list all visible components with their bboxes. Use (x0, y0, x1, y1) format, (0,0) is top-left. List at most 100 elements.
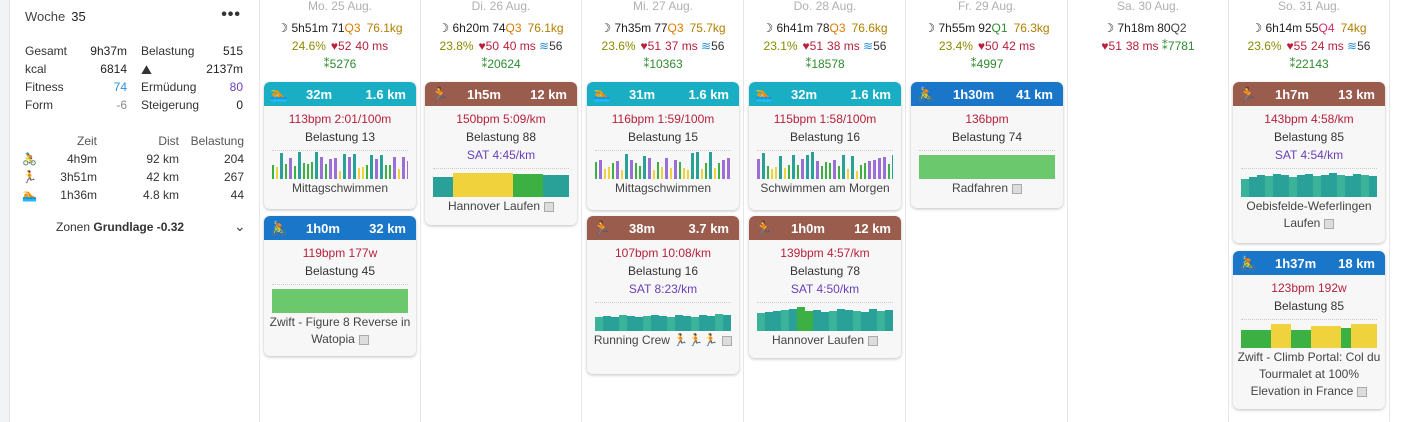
chart-bar (1311, 326, 1341, 348)
map-icon[interactable] (1357, 386, 1368, 397)
activity-card[interactable]: 🏃 1h0m 12 km 139bpm 4:57/km Belastung 78 SAT … (749, 216, 901, 358)
activity-hr-pace: 116bpm 1:59/100m (611, 112, 715, 126)
chart-bar (653, 170, 655, 179)
chart-bar (433, 177, 453, 197)
activity-chart (272, 284, 408, 313)
cell-zeit: 3h51m (60, 170, 97, 184)
cell-zeit: 4h9m (66, 152, 97, 166)
chart-bar (860, 165, 862, 179)
day-header: Fr. 29 Aug. (957, 0, 1017, 13)
activity-card-body: 139bpm 4:57/km Belastung 78 SAT 4:50/km Han… (749, 240, 901, 349)
chart-bar (657, 162, 659, 179)
chart-bar (1345, 176, 1353, 197)
wellness-row-steps: ⁑5276 (260, 57, 420, 71)
chart-bar (543, 175, 569, 197)
resting-hr: 55 (1293, 39, 1308, 53)
chart-bar (343, 154, 346, 179)
chart-bar (762, 153, 765, 179)
activity-card[interactable]: 🚴 1h37m 18 km 123bpm 192w Belastung 85 Zwift … (1233, 251, 1385, 409)
swim-icon: 🏊 (755, 86, 773, 102)
activity-card[interactable]: 🏃 1h5m 12 km 150bpm 5:09/km Belastung 88 SAT … (425, 82, 577, 225)
quality-badge: Q3 (829, 21, 846, 35)
activity-card[interactable]: 🚴 1h30m 41 km 136bpm Belastung 74 Radfahren (911, 82, 1063, 208)
swim-wave-icon: ≋ (1343, 39, 1358, 53)
map-icon[interactable] (722, 335, 733, 346)
heart-icon: ♥ (640, 39, 648, 53)
chart-bar (919, 155, 1055, 179)
map-icon[interactable] (868, 335, 879, 346)
activity-chart (919, 150, 1055, 179)
activity-load: Belastung 74 (951, 130, 1023, 144)
activity-duration: 1h37m (1275, 256, 1317, 271)
chart-bar (883, 157, 886, 179)
swim-wave-icon: ≋ (859, 39, 874, 53)
activity-sat-pace: SAT 4:45/km (466, 148, 536, 162)
activity-card[interactable]: 🏊 32m 1.6 km 113bpm 2:01/100m Belastung 13 Mi… (264, 82, 416, 209)
activity-distance: 41 km (1016, 87, 1053, 102)
chart-bar (307, 164, 309, 179)
steps-icon: ⁑ (1158, 39, 1168, 53)
run-icon: 🏃 (593, 220, 611, 236)
activity-card[interactable]: 🚴 1h0m 32 km 119bpm 177w Belastung 45 Zwift -… (264, 216, 416, 356)
wellness-row-vitals: 23.4% ♥50 42 ms (907, 39, 1067, 53)
activity-name-wrap: Oebisfelde-Weferlingen Laufen (1233, 198, 1385, 232)
activity-card[interactable]: 🏊 32m 1.6 km 115bpm 1:58/100m Belastung 16 Sc… (749, 82, 901, 210)
activity-hr-pace: 115bpm 1:58/100m (773, 112, 877, 126)
activity-card-body: 115bpm 1:58/100m Belastung 16 Schwimmen am… (749, 106, 901, 197)
day-column: Di. 26 Aug. ☽ 6h20m 74Q3 76.1kg 23.8% ♥50 40 m… (421, 0, 582, 422)
map-icon[interactable] (1324, 218, 1335, 229)
chart-bar (389, 165, 391, 179)
chart-bar (648, 158, 651, 179)
sleep-time: 7h55m (938, 21, 976, 35)
quality-badge: Q3 (505, 21, 522, 35)
activity-name-wrap: Hannover Laufen (749, 332, 901, 349)
activity-name: Zwift - Figure 8 Reverse in Watopia (269, 315, 411, 346)
activity-chart (272, 150, 410, 179)
activity-load: Belastung 13 (304, 130, 376, 144)
chart-bar (380, 155, 383, 179)
chart-bar (878, 158, 881, 179)
activity-card[interactable]: 🏊 31m 1.6 km 116bpm 1:59/100m Belastung 15 Mi… (587, 82, 739, 210)
sleep-score: 55 (1305, 21, 1319, 35)
chart-bar (385, 165, 387, 179)
chart-bar (1241, 330, 1271, 348)
activity-name: Hannover Laufen (447, 199, 541, 213)
more-dots-icon[interactable]: ••• (221, 6, 241, 24)
wellness-row-vitals: 24.6% ♥52 40 ms (260, 39, 420, 53)
chart-bar (714, 168, 716, 179)
activity-duration: 32m (791, 87, 818, 102)
activity-card[interactable]: 🏃 1h7m 13 km 143bpm 4:58/km Belastung 85 SAT … (1233, 82, 1385, 243)
chart-bar (723, 315, 731, 331)
bike-icon: 🚴 (22, 152, 37, 166)
chart-bar (691, 153, 694, 179)
heart-icon: ♥ (977, 39, 986, 53)
chart-bar (272, 165, 274, 179)
map-icon[interactable] (1012, 183, 1023, 194)
chart-bar (280, 153, 283, 179)
map-icon[interactable] (544, 201, 555, 212)
table-row: 🏊 1h36m 4.8 km 44 (22, 188, 246, 206)
chart-bar (784, 168, 786, 179)
wellness-row-steps: ⁑4997 (907, 57, 1067, 71)
cell-dist: 4.8 km (142, 188, 179, 202)
activity-name-wrap: Schwimmen am Morgen (749, 180, 901, 197)
activity-duration: 31m (629, 87, 656, 102)
chart-bar (1281, 175, 1289, 197)
swim-icon: 🏊 (22, 188, 37, 202)
sleep-time: 6h14m (1265, 21, 1303, 35)
activity-chart-svg (919, 155, 1055, 179)
activity-name: Schwimmen am Morgen (760, 181, 890, 195)
chart-bar (718, 163, 720, 179)
chart-bar (699, 315, 707, 331)
chart-bar (353, 154, 356, 179)
wellness-row-steps: ⁑10363 (583, 57, 743, 71)
stat-label: Belastung (141, 44, 195, 58)
activity-card[interactable]: 🏃 38m 3.7 km 107bpm 10:08/km Belastung 16 SAT… (587, 216, 739, 374)
wellness-row-sleep: ☽ 7h18m 80Q2 (1068, 21, 1228, 35)
chart-bar (888, 164, 890, 179)
chart-bar (643, 156, 646, 179)
activity-hr-pace: 119bpm 177w (302, 246, 378, 260)
map-icon[interactable] (358, 334, 369, 345)
chevron-down-icon[interactable]: ⌄ (234, 218, 246, 235)
chart-bar (837, 309, 845, 331)
